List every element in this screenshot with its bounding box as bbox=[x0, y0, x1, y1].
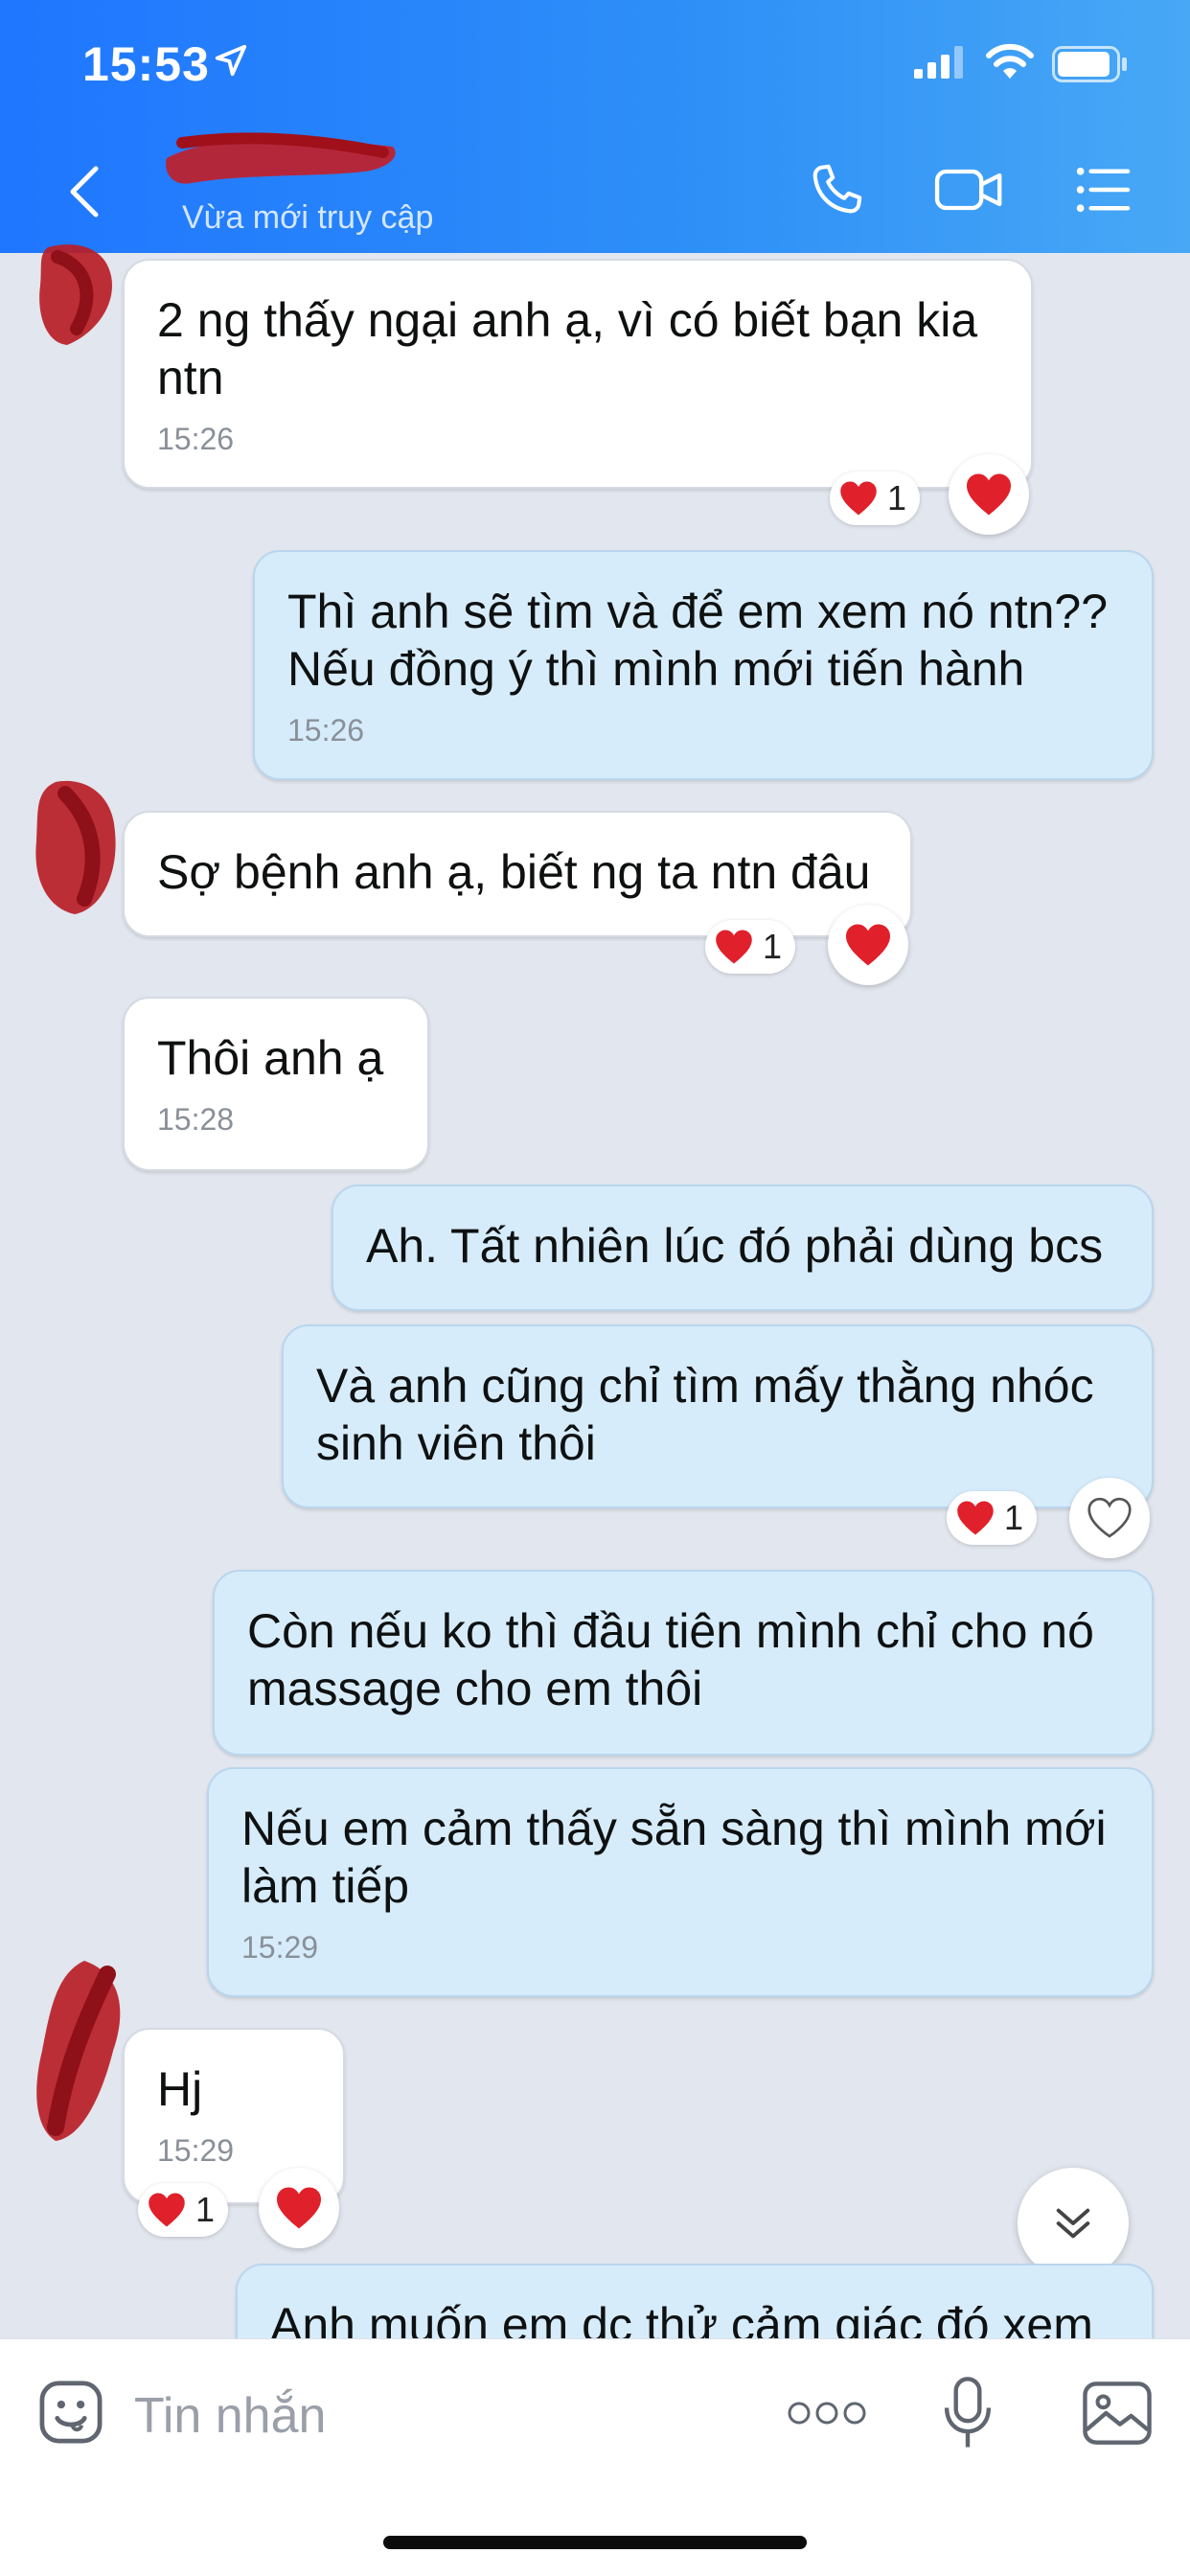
avatar-redacted[interactable] bbox=[27, 774, 123, 918]
chat-header: 15:53 Vừa mới truy cập bbox=[0, 0, 1190, 253]
message-input-bar bbox=[0, 2338, 1190, 2576]
message-text: Hj bbox=[157, 2062, 203, 2116]
message-sent[interactable]: Còn nếu ko thì đầu tiên mình chỉ cho nó … bbox=[213, 1570, 1154, 1756]
list-menu-icon[interactable] bbox=[1071, 158, 1134, 221]
emoji-icon[interactable] bbox=[34, 2376, 107, 2449]
image-icon[interactable] bbox=[1081, 2380, 1154, 2447]
contact-status: Vừa mới truy cập bbox=[182, 199, 434, 236]
heart-react-button[interactable] bbox=[949, 454, 1029, 535]
heart-icon bbox=[839, 480, 878, 517]
microphone-icon[interactable] bbox=[941, 2374, 995, 2452]
redacted-contact-name[interactable] bbox=[163, 129, 402, 196]
heart-icon bbox=[715, 929, 753, 965]
heart-react-button[interactable] bbox=[1069, 1478, 1150, 1558]
message-time: 15:26 bbox=[157, 422, 235, 456]
reaction-summary[interactable]: 1 bbox=[705, 920, 796, 974]
heart-icon bbox=[275, 2186, 323, 2230]
message-sent[interactable]: Và anh cũng chỉ tìm mấy thằng nhóc sinh … bbox=[282, 1324, 1154, 1508]
phone-icon[interactable] bbox=[805, 158, 868, 221]
message-sent[interactable]: Ah. Tất nhiên lúc đó phải dùng bcs bbox=[332, 1184, 1154, 1311]
message-time: 15:28 bbox=[157, 1102, 235, 1137]
message-received[interactable]: Sợ bệnh anh ạ, biết ng ta ntn đâu bbox=[123, 811, 912, 937]
message-time: 15:29 bbox=[157, 2133, 235, 2168]
chevron-double-down-icon bbox=[1056, 2208, 1090, 2239]
message-text: Và anh cũng chỉ tìm mấy thằng nhóc sinh … bbox=[316, 1359, 1094, 1470]
heart-outline-icon bbox=[1087, 1497, 1132, 1538]
reaction-count-value: 1 bbox=[195, 2190, 216, 2229]
message-input[interactable] bbox=[134, 2378, 728, 2454]
avatar-redacted[interactable] bbox=[27, 1955, 132, 2147]
status-time: 15:53 bbox=[82, 37, 210, 91]
heart-icon bbox=[965, 472, 1013, 517]
heart-icon bbox=[844, 923, 892, 967]
location-arrow-icon bbox=[215, 44, 247, 77]
reaction-count-value: 1 bbox=[763, 927, 783, 966]
message-text: Nếu em cảm thấy sẵn sàng thì mình mới là… bbox=[241, 1802, 1107, 1913]
heart-icon bbox=[956, 1500, 995, 1536]
reaction-summary[interactable]: 1 bbox=[830, 472, 921, 525]
reaction-count-value: 1 bbox=[887, 478, 907, 518]
message-text: Còn nếu ko thì đầu tiên mình chỉ cho nó … bbox=[247, 1604, 1094, 1715]
battery-icon bbox=[1052, 46, 1127, 82]
message-text: Thì anh sẽ tìm và để em xem nó ntn?? Nếu… bbox=[287, 585, 1109, 696]
back-icon[interactable] bbox=[63, 163, 105, 220]
message-text: Thôi anh ạ bbox=[157, 1031, 384, 1085]
wifi-icon bbox=[986, 43, 1034, 79]
message-received[interactable]: Thôi anh ạ 15:28 bbox=[123, 997, 429, 1171]
message-received[interactable]: 2 ng thấy ngại anh ạ, vì có biết bạn kia… bbox=[123, 259, 1033, 489]
message-text: Ah. Tất nhiên lúc đó phải dùng bcs bbox=[366, 1219, 1104, 1273]
message-time: 15:29 bbox=[241, 1930, 319, 1965]
message-sent[interactable]: Thì anh sẽ tìm và để em xem nó ntn?? Nếu… bbox=[253, 550, 1154, 780]
home-indicator bbox=[383, 2536, 807, 2549]
video-camera-icon[interactable] bbox=[933, 158, 1006, 221]
cellular-signal-icon bbox=[914, 46, 963, 79]
reaction-summary[interactable]: 1 bbox=[138, 2183, 229, 2237]
message-sent[interactable]: Nếu em cảm thấy sẵn sàng thì mình mới là… bbox=[207, 1767, 1154, 1997]
reaction-summary[interactable]: 1 bbox=[947, 1491, 1038, 1545]
heart-react-button[interactable] bbox=[828, 905, 908, 985]
avatar-redacted[interactable] bbox=[29, 238, 121, 353]
heart-react-button[interactable] bbox=[259, 2168, 339, 2248]
scroll-to-bottom-button[interactable] bbox=[1018, 2168, 1129, 2279]
message-text: 2 ng thấy ngại anh ạ, vì có biết bạn kia… bbox=[157, 293, 978, 404]
heart-icon bbox=[148, 2192, 186, 2228]
message-text: Sợ bệnh anh ạ, biết ng ta ntn đâu bbox=[157, 845, 871, 899]
more-icon[interactable] bbox=[788, 2399, 866, 2427]
reaction-count-value: 1 bbox=[1004, 1498, 1024, 1537]
message-time: 15:26 bbox=[287, 713, 365, 748]
